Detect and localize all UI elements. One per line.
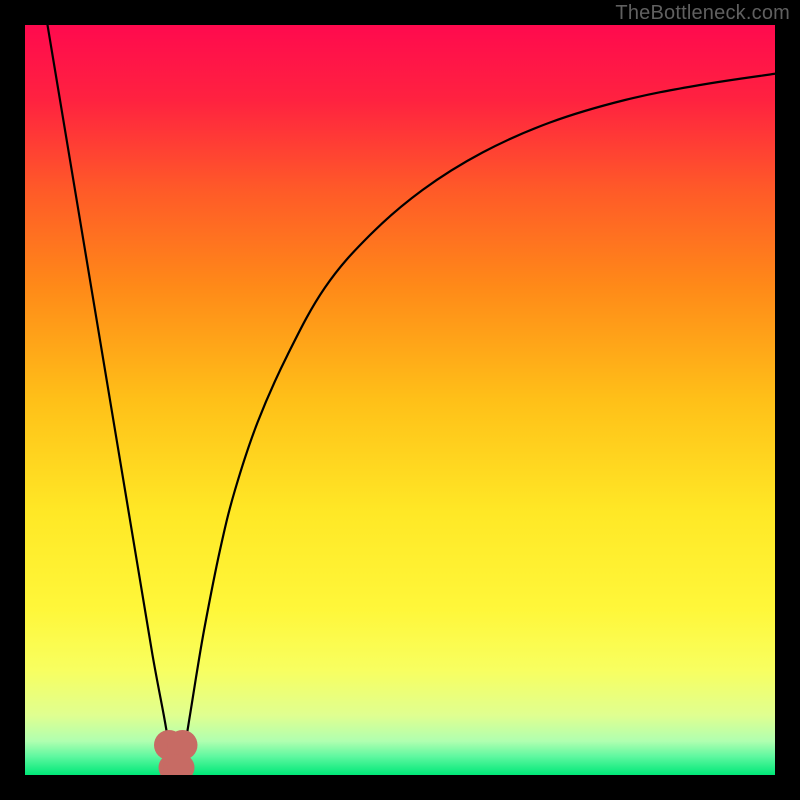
plot-area (25, 25, 775, 775)
watermark-text: TheBottleneck.com (615, 2, 790, 25)
plot-svg (25, 25, 775, 775)
chart-frame: TheBottleneck.com (0, 0, 800, 800)
gradient-background (25, 25, 775, 775)
minimum-markers (154, 730, 198, 775)
